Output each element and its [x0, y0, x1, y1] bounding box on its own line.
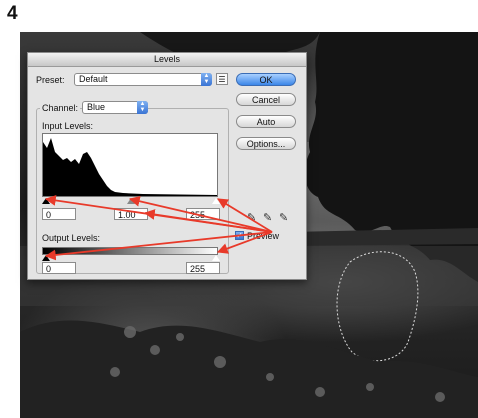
input-white-slider[interactable] [212, 198, 220, 204]
preview-checkbox[interactable]: ✓ [235, 231, 244, 240]
input-black-slider[interactable] [42, 198, 50, 204]
input-white-field[interactable]: 255 [186, 208, 220, 220]
channel-value: Blue [87, 102, 106, 112]
output-black-field[interactable]: 0 [42, 262, 76, 274]
output-black-slider[interactable] [42, 255, 50, 261]
input-levels-label: Input Levels: [42, 121, 94, 131]
channel-dropdown[interactable]: Blue ▲ ▼ [82, 101, 148, 114]
channel-stepper-icon: ▲ ▼ [137, 101, 148, 114]
input-gamma-slider[interactable] [127, 198, 135, 204]
auto-button[interactable]: Auto [236, 115, 296, 128]
input-gamma-field[interactable]: 1.00 [114, 208, 148, 220]
histogram [42, 133, 218, 197]
black-eyedropper-icon[interactable]: ✎ [247, 211, 256, 224]
ok-button[interactable]: OK [236, 73, 296, 86]
dialog-title: Levels [28, 53, 306, 67]
cancel-button[interactable]: Cancel [236, 93, 296, 106]
preset-label: Preset: [36, 75, 65, 85]
preset-options-icon[interactable]: ☰ [216, 73, 228, 85]
histogram-graph [43, 138, 217, 196]
preset-stepper-icon: ▲ ▼ [201, 73, 212, 86]
preset-dropdown[interactable]: Default ▲ ▼ [74, 73, 212, 86]
output-levels-label: Output Levels: [42, 233, 101, 243]
output-gradient-bar [42, 247, 218, 255]
preset-value: Default [79, 74, 108, 84]
white-eyedropper-icon[interactable]: ✎ [279, 211, 288, 224]
preview-label: Preview [247, 231, 280, 241]
output-white-slider[interactable] [212, 255, 220, 261]
channel-label: Channel: [40, 103, 81, 113]
levels-dialog: Levels Preset: Default ▲ ▼ ☰ Channel: Blu… [27, 52, 307, 280]
step-number: 4 [7, 3, 18, 24]
options-button[interactable]: Options... [236, 137, 296, 150]
gray-eyedropper-icon[interactable]: ✎ [263, 211, 272, 224]
input-black-field[interactable]: 0 [42, 208, 76, 220]
output-white-field[interactable]: 255 [186, 262, 220, 274]
